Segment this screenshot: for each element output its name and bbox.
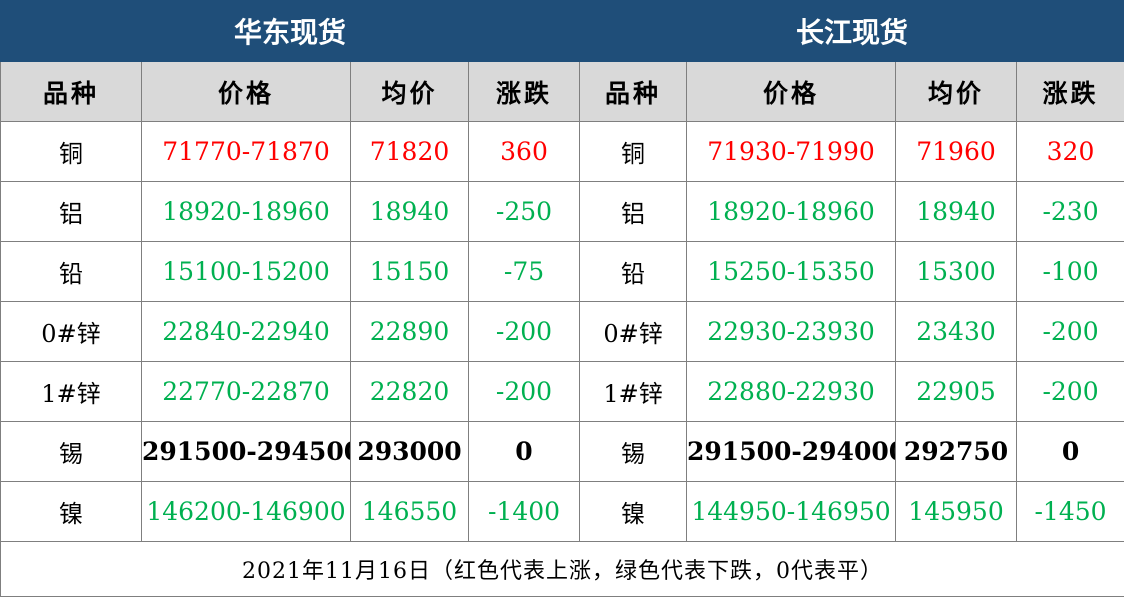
yangtze-metal-name: 铝 — [580, 182, 687, 242]
date-legend-note: 2021年11月16日（红色代表上涨，绿色代表下跌，0代表平） — [1, 542, 1124, 597]
column-header-row: 品种 价格 均价 涨跌 品种 价格 均价 涨跌 — [1, 62, 1124, 122]
table-row: 1#锌22770-2287022820-2001#锌22880-22930229… — [1, 362, 1124, 422]
yangtze-price-change: -200 — [1017, 362, 1124, 422]
table-row: 0#锌22840-2294022890-2000#锌22930-23930234… — [1, 302, 1124, 362]
yangtze-spot-title: 长江现货 — [580, 1, 1124, 62]
yangtze-header-price: 价格 — [687, 62, 896, 122]
east-metal-name: 铜 — [1, 122, 142, 182]
east-average-price: 293000 — [351, 422, 469, 482]
east-average-price: 15150 — [351, 242, 469, 302]
metal-price-table: 华东现货 长江现货 品种 价格 均价 涨跌 品种 价格 均价 涨跌 铜71770… — [0, 0, 1124, 597]
east-header-average: 均价 — [351, 62, 469, 122]
east-price-change: 0 — [469, 422, 580, 482]
yangtze-price-range: 15250-15350 — [687, 242, 896, 302]
yangtze-price-change: -100 — [1017, 242, 1124, 302]
east-metal-name: 镍 — [1, 482, 142, 542]
east-metal-name: 0#锌 — [1, 302, 142, 362]
yangtze-price-range: 22930-23930 — [687, 302, 896, 362]
table-footer: 2021年11月16日（红色代表上涨，绿色代表下跌，0代表平） — [1, 542, 1124, 597]
yangtze-price-change: -1450 — [1017, 482, 1124, 542]
yangtze-average-price: 22905 — [896, 362, 1017, 422]
yangtze-average-price: 18940 — [896, 182, 1017, 242]
east-average-price: 22820 — [351, 362, 469, 422]
yangtze-metal-name: 铜 — [580, 122, 687, 182]
east-price-range: 18920-18960 — [142, 182, 351, 242]
east-metal-name: 铝 — [1, 182, 142, 242]
yangtze-price-range: 22880-22930 — [687, 362, 896, 422]
yangtze-price-range: 291500-294000 — [687, 422, 896, 482]
east-price-change: -200 — [469, 362, 580, 422]
east-price-range: 15100-15200 — [142, 242, 351, 302]
title-row: 华东现货 长江现货 — [1, 1, 1124, 62]
east-price-range: 22770-22870 — [142, 362, 351, 422]
yangtze-metal-name: 1#锌 — [580, 362, 687, 422]
table-row: 铅15100-1520015150-75铅15250-1535015300-10… — [1, 242, 1124, 302]
east-price-range: 291500-294500 — [142, 422, 351, 482]
yangtze-metal-name: 0#锌 — [580, 302, 687, 362]
yangtze-average-price: 71960 — [896, 122, 1017, 182]
yangtze-metal-name: 锡 — [580, 422, 687, 482]
east-price-range: 146200-146900 — [142, 482, 351, 542]
yangtze-average-price: 145950 — [896, 482, 1017, 542]
east-price-change: -200 — [469, 302, 580, 362]
east-metal-name: 铅 — [1, 242, 142, 302]
yangtze-header-average: 均价 — [896, 62, 1017, 122]
yangtze-metal-name: 铅 — [580, 242, 687, 302]
east-price-range: 22840-22940 — [142, 302, 351, 362]
footer-row: 2021年11月16日（红色代表上涨，绿色代表下跌，0代表平） — [1, 542, 1124, 597]
yangtze-price-range: 18920-18960 — [687, 182, 896, 242]
table-row: 镍146200-146900146550-1400镍144950-1469501… — [1, 482, 1124, 542]
yangtze-average-price: 292750 — [896, 422, 1017, 482]
east-header-change: 涨跌 — [469, 62, 580, 122]
east-price-change: -250 — [469, 182, 580, 242]
yangtze-header-change: 涨跌 — [1017, 62, 1124, 122]
east-price-change: 360 — [469, 122, 580, 182]
east-metal-name: 1#锌 — [1, 362, 142, 422]
yangtze-average-price: 23430 — [896, 302, 1017, 362]
east-header-variety: 品种 — [1, 62, 142, 122]
yangtze-price-change: -230 — [1017, 182, 1124, 242]
table-row: 铝18920-1896018940-250铝18920-1896018940-2… — [1, 182, 1124, 242]
table-row: 铜71770-7187071820360铜71930-7199071960320 — [1, 122, 1124, 182]
table-body: 华东现货 长江现货 品种 价格 均价 涨跌 品种 价格 均价 涨跌 — [1, 1, 1124, 122]
east-average-price: 18940 — [351, 182, 469, 242]
east-china-spot-title: 华东现货 — [1, 1, 580, 62]
east-price-change: -75 — [469, 242, 580, 302]
yangtze-price-change: -200 — [1017, 302, 1124, 362]
table-row: 锡291500-2945002930000锡291500-29400029275… — [1, 422, 1124, 482]
east-metal-name: 锡 — [1, 422, 142, 482]
east-price-change: -1400 — [469, 482, 580, 542]
east-average-price: 22890 — [351, 302, 469, 362]
east-header-price: 价格 — [142, 62, 351, 122]
yangtze-price-change: 320 — [1017, 122, 1124, 182]
yangtze-price-range: 144950-146950 — [687, 482, 896, 542]
price-rows: 铜71770-7187071820360铜71930-7199071960320… — [1, 122, 1124, 542]
yangtze-price-change: 0 — [1017, 422, 1124, 482]
yangtze-metal-name: 镍 — [580, 482, 687, 542]
east-average-price: 146550 — [351, 482, 469, 542]
east-price-range: 71770-71870 — [142, 122, 351, 182]
yangtze-header-variety: 品种 — [580, 62, 687, 122]
yangtze-price-range: 71930-71990 — [687, 122, 896, 182]
yangtze-average-price: 15300 — [896, 242, 1017, 302]
east-average-price: 71820 — [351, 122, 469, 182]
